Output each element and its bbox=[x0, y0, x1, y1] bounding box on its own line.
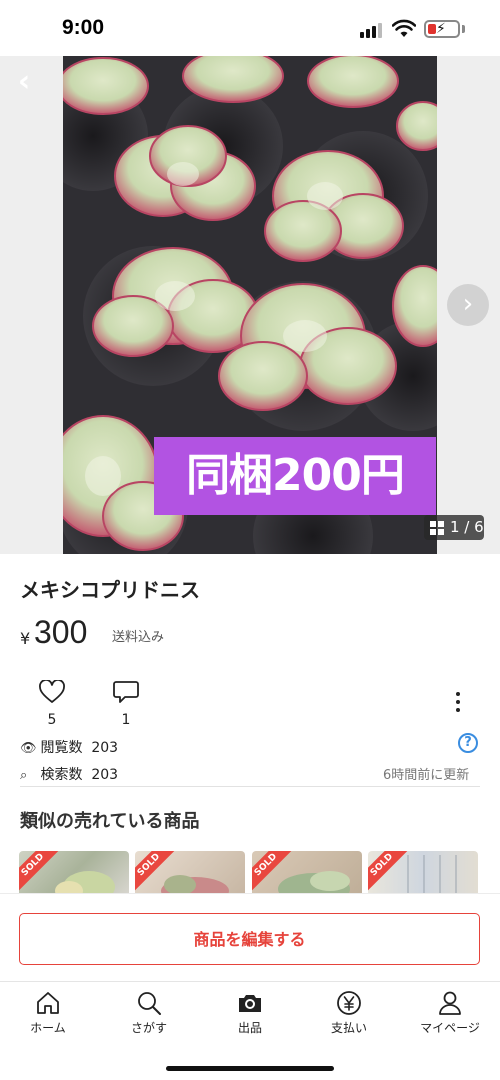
back-arrow-icon[interactable]: ‹ bbox=[8, 66, 40, 98]
product-photo[interactable]: 同梱200円 bbox=[63, 56, 437, 554]
like-button[interactable]: 5 bbox=[32, 679, 72, 728]
yen-icon bbox=[337, 991, 361, 1015]
image-page-counter: 1 / 6 bbox=[424, 515, 484, 540]
product-price: 300 bbox=[34, 614, 88, 650]
tab-payment[interactable]: 支払い bbox=[299, 990, 399, 1040]
tab-label: 出品 bbox=[237, 1021, 262, 1035]
updated-time: 6時間前に更新 bbox=[383, 768, 470, 783]
shipping-label: 送料込み bbox=[112, 630, 165, 645]
grid-icon bbox=[430, 521, 444, 535]
divider bbox=[20, 786, 480, 787]
search-label: 検索数 bbox=[40, 767, 83, 783]
search-icon bbox=[138, 992, 161, 1015]
magnifier-icon: ⌕ bbox=[20, 768, 28, 783]
comment-button[interactable]: 1 bbox=[106, 680, 146, 728]
heart-icon bbox=[39, 679, 65, 703]
like-count: 5 bbox=[47, 712, 57, 728]
search-count: 203 bbox=[91, 767, 119, 783]
edit-product-button[interactable]: 商品を編集する bbox=[19, 913, 480, 965]
signal-icon bbox=[360, 22, 384, 38]
tab-home[interactable]: ホーム bbox=[0, 990, 98, 1040]
tab-mypage[interactable]: マイページ bbox=[400, 990, 500, 1040]
views-label: 閲覧数 bbox=[40, 740, 83, 756]
image-caption-banner: 同梱200円 bbox=[154, 437, 436, 515]
product-title: メキシコプリドニス bbox=[20, 578, 200, 602]
views-count: 203 bbox=[91, 740, 119, 756]
wifi-icon bbox=[392, 19, 416, 37]
tab-label: さがす bbox=[130, 1021, 167, 1035]
similar-item[interactable]: SOLD bbox=[368, 851, 478, 895]
battery-tip bbox=[462, 25, 465, 33]
comment-count: 1 bbox=[121, 712, 131, 728]
eye-icon: 👁︎ bbox=[20, 741, 37, 756]
tab-label: ホーム bbox=[30, 1021, 66, 1035]
views-stat: 👁︎ 閲覧数 203 bbox=[20, 737, 118, 757]
similar-item[interactable]: SOLD bbox=[19, 851, 129, 895]
next-image-button[interactable]: › bbox=[447, 284, 489, 326]
home-indicator bbox=[166, 1066, 334, 1071]
camera-icon bbox=[239, 995, 261, 1012]
tab-label: マイページ bbox=[420, 1021, 480, 1035]
status-time: 9:00 bbox=[62, 16, 105, 39]
tab-label: 支払い bbox=[330, 1021, 367, 1035]
currency-symbol: ¥ bbox=[20, 629, 31, 648]
person-icon bbox=[439, 991, 461, 1015]
comment-icon bbox=[113, 681, 139, 703]
home-icon bbox=[37, 992, 59, 1014]
product-image-gallery[interactable]: 同梱200円 ‹ › 1 / 6 bbox=[0, 56, 500, 554]
tab-sell[interactable]: 出品 bbox=[200, 990, 300, 1040]
edit-button-area: 商品を編集する bbox=[0, 893, 500, 981]
battery-icon: ⚡ bbox=[424, 20, 460, 38]
status-bar: 9:00 ⚡ bbox=[0, 0, 500, 56]
page-counter-text: 1 / 6 bbox=[450, 518, 484, 536]
search-stat: ⌕ 検索数 203 bbox=[20, 764, 118, 784]
similar-item[interactable]: SOLD bbox=[252, 851, 362, 895]
similar-section-title: 類似の売れている商品 bbox=[20, 811, 200, 832]
tab-search[interactable]: さがす bbox=[99, 990, 199, 1040]
help-icon[interactable]: ? bbox=[458, 733, 478, 753]
more-options-icon[interactable] bbox=[446, 690, 470, 714]
similar-item[interactable]: SOLD bbox=[135, 851, 245, 895]
